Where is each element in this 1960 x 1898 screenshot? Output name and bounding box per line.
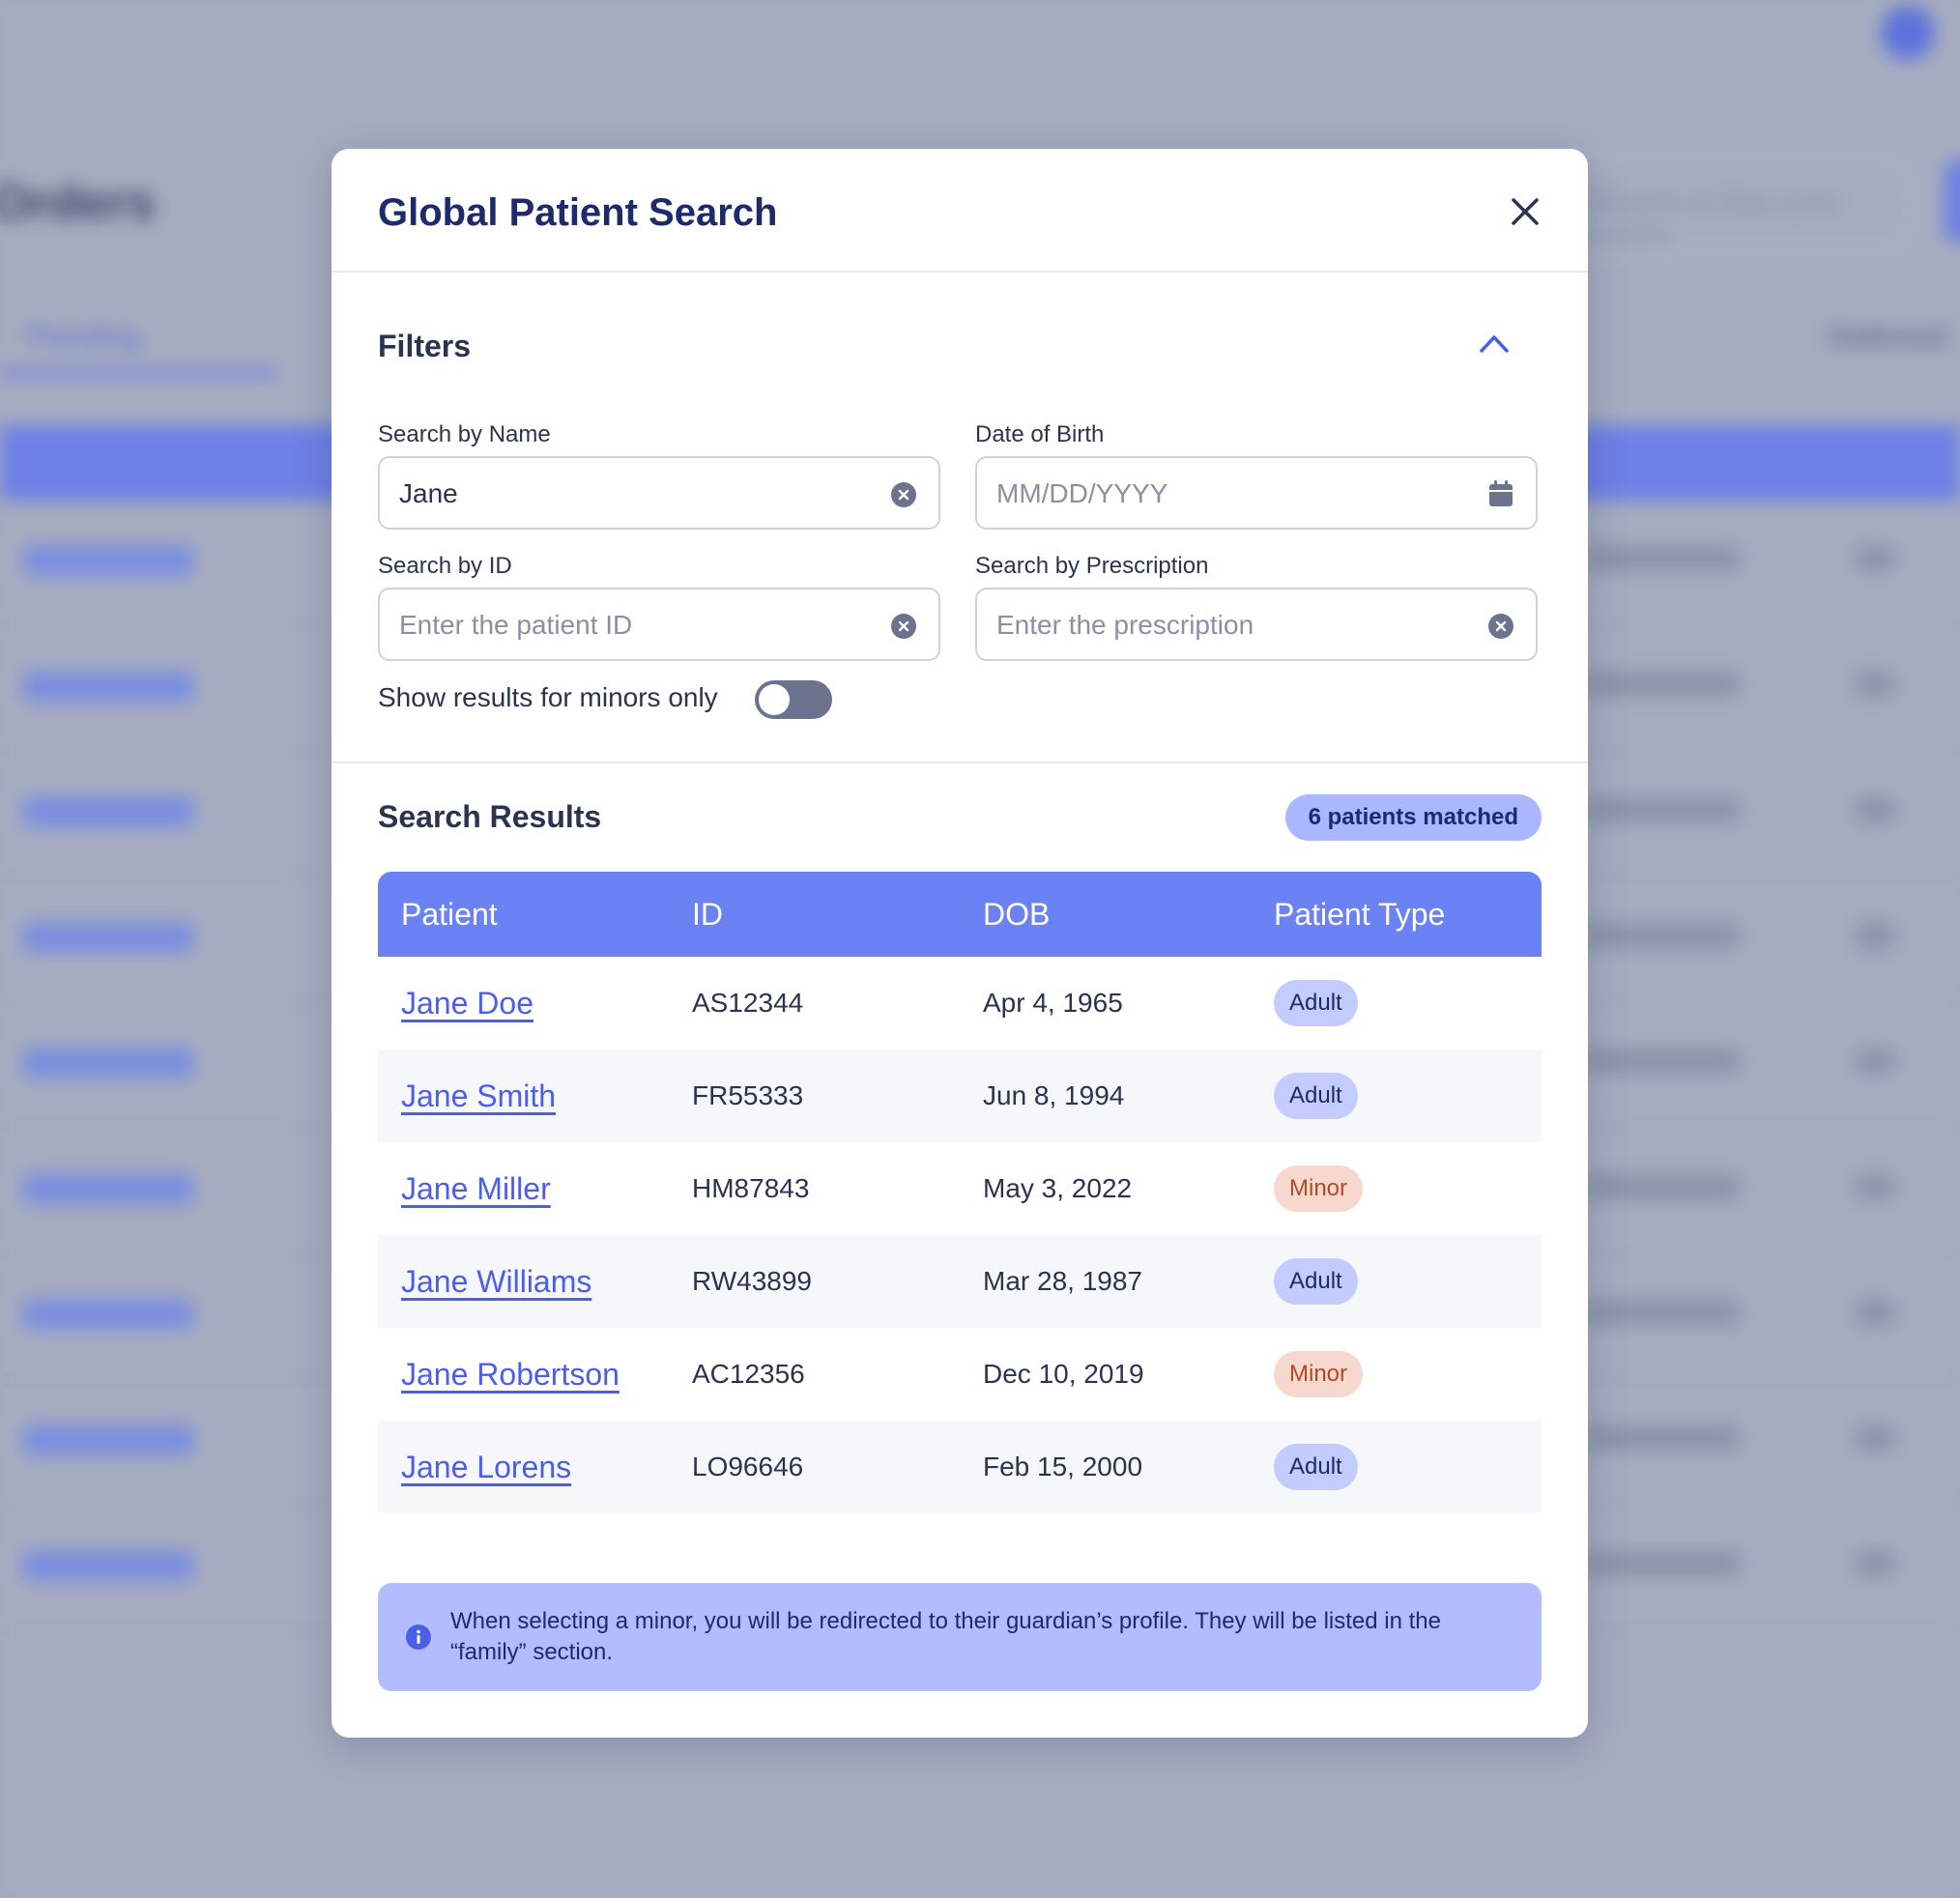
clear-circle-icon[interactable] (890, 613, 917, 640)
info-icon (406, 1625, 431, 1650)
patient-link[interactable]: Jane Doe (401, 986, 533, 1021)
column-header-patient-type: Patient Type (1251, 872, 1542, 957)
orders-search-placeholder: Search or filter your orders (1588, 187, 1841, 251)
patient-link[interactable]: Jane Lorens (401, 1450, 571, 1484)
tab-pending: Pending (27, 319, 141, 354)
results-title: Search Results (378, 799, 602, 834)
orders-action-button (1945, 160, 1960, 242)
patient-link[interactable]: Jane Robertson (401, 1357, 620, 1392)
patient-search-modal: Global Patient Search Filters Search by … (331, 149, 1588, 1738)
patient-link[interactable]: Jane Miller (401, 1171, 551, 1206)
prescription-label: Search by Prescription (975, 553, 1209, 579)
orders-search-input: Search or filter your orders (1546, 155, 1919, 253)
patient-id: AS12344 (692, 988, 804, 1018)
patient-dob: May 3, 2022 (983, 1173, 1133, 1203)
patient-type-badge: Minor (1274, 1351, 1364, 1397)
patient-type-badge: Adult (1274, 980, 1358, 1026)
patient-dob: Jun 8, 1994 (960, 1050, 1251, 1142)
section-divider (331, 762, 1588, 763)
clear-circle-icon[interactable] (890, 481, 917, 508)
tab-underline (0, 369, 275, 377)
modal-header: Global Patient Search (331, 149, 1588, 273)
dob-label: Date of Birth (975, 421, 1105, 447)
table-row: Jane Williams RW43899 Mar 28, 1987 Adult (378, 1235, 1542, 1328)
patient-link[interactable]: Jane Williams (401, 1264, 591, 1299)
patient-dob: Feb 15, 2000 (960, 1421, 1251, 1513)
patient-type-badge: Minor (1274, 1165, 1364, 1212)
patient-type-badge: Adult (1274, 1073, 1358, 1119)
modal-title: Global Patient Search (378, 191, 778, 234)
calendar-icon[interactable] (1487, 479, 1514, 508)
table-row: Jane Smith FR55333 Jun 8, 1994 Adult (378, 1050, 1542, 1142)
results-table: Patient ID DOB Patient Type Jane Doe AS1… (378, 872, 1542, 1513)
tab-deferred: Deferred (1827, 319, 1947, 354)
close-icon[interactable] (1509, 195, 1542, 228)
column-header-patient: Patient (378, 872, 669, 957)
prescription-input[interactable] (996, 603, 1451, 647)
patient-type-badge: Adult (1274, 1444, 1358, 1490)
minors-toggle-label: Show results for minors only (378, 682, 718, 712)
chevron-up-icon[interactable] (1478, 331, 1511, 356)
table-row: Jane Doe AS12344 Apr 4, 1965 Adult (378, 957, 1542, 1050)
id-label: Search by ID (378, 553, 512, 579)
table-row: Jane Lorens LO96646 Feb 15, 2000 Adult (378, 1421, 1542, 1513)
patient-link[interactable]: Jane Smith (401, 1078, 556, 1113)
patient-dob: Apr 4, 1965 (983, 988, 1123, 1018)
patient-id: LO96646 (669, 1421, 960, 1513)
patient-dob: Dec 10, 2019 (983, 1359, 1144, 1389)
patient-id: FR55333 (669, 1050, 960, 1142)
toggle-knob (759, 684, 790, 715)
patient-dob: Mar 28, 1987 (960, 1235, 1251, 1328)
patient-id: AC12356 (692, 1359, 805, 1389)
patient-type-badge: Adult (1274, 1258, 1358, 1305)
name-field (378, 456, 940, 530)
name-input[interactable] (399, 472, 853, 516)
patient-id: HM87843 (692, 1173, 810, 1203)
table-header-row: Patient ID DOB Patient Type (378, 872, 1542, 957)
column-header-id: ID (669, 872, 960, 957)
minors-toggle[interactable] (755, 680, 832, 719)
table-row: Jane Miller HM87843 May 3, 2022 Minor (378, 1142, 1542, 1235)
name-label: Search by Name (378, 421, 551, 447)
info-text: When selecting a minor, you will be redi… (450, 1608, 1441, 1665)
patient-id: RW43899 (669, 1235, 960, 1328)
prescription-field (975, 588, 1538, 661)
info-banner: When selecting a minor, you will be redi… (378, 1583, 1542, 1691)
dob-field (975, 456, 1538, 530)
id-input[interactable] (399, 603, 853, 647)
match-count-badge: 6 patients matched (1284, 794, 1542, 841)
id-field (378, 588, 940, 661)
clear-circle-icon[interactable] (1487, 613, 1514, 640)
avatar (1881, 6, 1935, 60)
column-header-dob: DOB (960, 872, 1251, 957)
page-title: Orders (0, 175, 156, 231)
dob-input[interactable] (996, 472, 1451, 516)
filters-title: Filters (378, 329, 472, 363)
table-row: Jane Robertson AC12356 Dec 10, 2019 Mino… (378, 1328, 1542, 1421)
